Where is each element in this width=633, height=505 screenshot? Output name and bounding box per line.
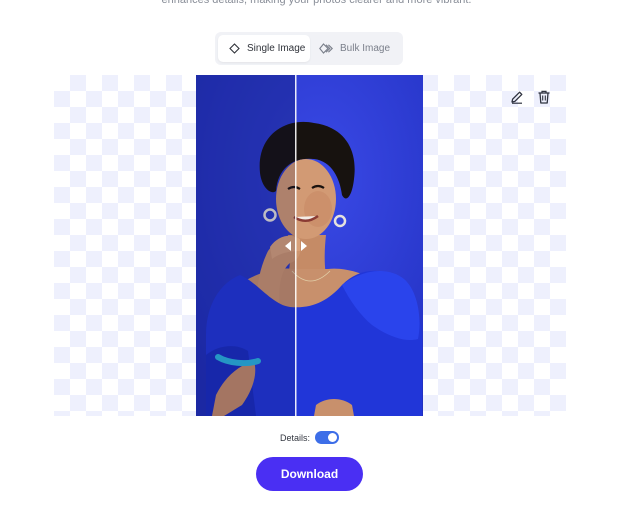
tab-single-image[interactable]: Single Image	[218, 35, 310, 62]
comparison-image[interactable]	[196, 75, 423, 416]
image-workspace	[54, 75, 566, 416]
details-row: Details:	[280, 431, 340, 444]
diamond-icon	[229, 43, 240, 54]
toggle-knob	[328, 433, 338, 442]
details-label: Details:	[280, 432, 311, 443]
tab-bulk-image[interactable]: Bulk Image	[310, 35, 400, 62]
layers-icon	[319, 43, 333, 54]
tab-bulk-image-label: Bulk Image	[340, 43, 391, 54]
tab-single-image-label: Single Image	[247, 43, 306, 54]
mode-toggle: Single Image Bulk Image	[215, 32, 403, 65]
download-button[interactable]: Download	[256, 457, 363, 491]
details-toggle[interactable]	[315, 431, 340, 444]
intro-text: enhances details, making your photos cle…	[161, 0, 472, 6]
trash-icon[interactable]	[536, 89, 552, 105]
pencil-icon[interactable]	[509, 89, 525, 105]
